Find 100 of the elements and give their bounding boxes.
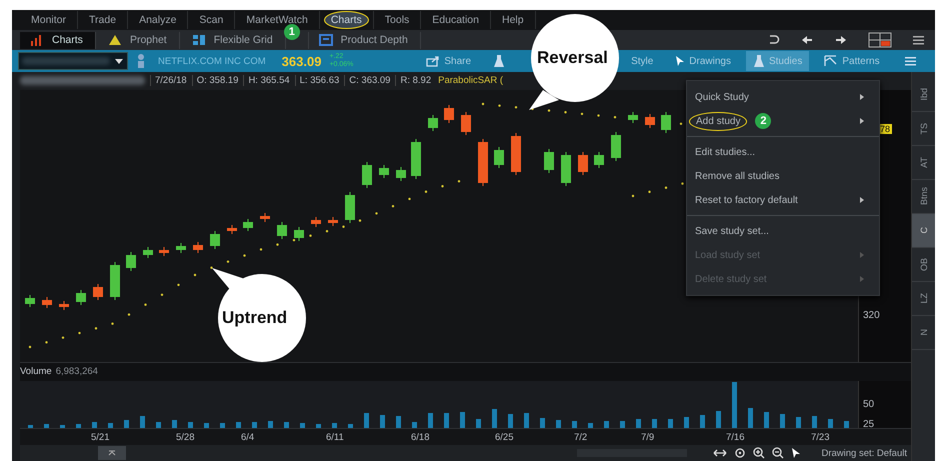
collapse-icon xyxy=(108,450,116,456)
volume-bar xyxy=(588,422,593,428)
candle xyxy=(544,148,554,174)
sar-dot xyxy=(326,230,328,232)
cursor-icon[interactable] xyxy=(791,447,802,460)
menu-item[interactable]: Add study 2 xyxy=(687,109,879,133)
toolbar-button[interactable]: Share xyxy=(419,51,478,71)
volume-bar xyxy=(428,412,433,428)
step-badge: 2 xyxy=(755,113,772,129)
sar-dot xyxy=(482,102,484,105)
axis-label: 50 xyxy=(863,398,874,410)
pan-icon[interactable] xyxy=(713,448,728,458)
candle xyxy=(362,161,372,188)
arrow-left-icon[interactable] xyxy=(800,34,814,46)
volume-bar xyxy=(220,422,225,428)
menu-item[interactable]: Quick Study xyxy=(687,85,879,109)
sar-dot xyxy=(260,248,262,250)
quote-value: L: 356.63 xyxy=(294,75,340,86)
layout-icon[interactable] xyxy=(868,32,892,48)
study-label: ParabolicSAR ( xyxy=(438,75,504,86)
menu-item[interactable]: Remove all studies xyxy=(687,164,879,188)
volume-bar xyxy=(380,414,385,428)
volume-bar xyxy=(204,422,209,428)
candle xyxy=(328,216,338,226)
flask-icon xyxy=(752,54,765,68)
sar-dot xyxy=(194,274,196,276)
side-tab[interactable]: OB xyxy=(912,248,935,282)
step-badge: 1 xyxy=(284,24,300,40)
menu-item[interactable]: Save study set... xyxy=(687,219,879,243)
volume-bar xyxy=(92,422,97,428)
sar-dot xyxy=(177,283,180,286)
candle xyxy=(444,104,454,124)
candle xyxy=(176,242,186,254)
quote-value: R: 8.92 xyxy=(395,75,432,86)
candle xyxy=(494,146,504,168)
toolbar-button[interactable]: Drawings xyxy=(668,51,738,71)
toolbar-button[interactable]: Patterns xyxy=(817,51,887,71)
subtab[interactable]: Charts xyxy=(20,32,96,48)
date-label: 6/11 xyxy=(326,432,344,443)
scroll-button[interactable] xyxy=(98,446,126,460)
volume-bar xyxy=(140,416,145,428)
candle xyxy=(511,132,521,176)
sar-dot xyxy=(392,204,394,208)
menu-item[interactable]: Tools xyxy=(378,11,416,29)
sar-dot xyxy=(614,116,616,118)
menu-icon[interactable] xyxy=(904,55,918,67)
volume-bar xyxy=(236,422,241,428)
side-tab[interactable]: Ibd xyxy=(912,78,935,112)
volume-bar xyxy=(156,422,161,428)
menu-item[interactable]: Help xyxy=(494,11,531,29)
toolbar-button[interactable]: Style xyxy=(624,51,660,71)
volume-bar xyxy=(172,420,177,428)
volume-bar xyxy=(460,412,465,428)
candle xyxy=(25,294,35,308)
axis-label: 25 xyxy=(863,418,874,430)
candle xyxy=(260,212,270,222)
side-tab[interactable]: TS xyxy=(912,112,935,146)
subtab[interactable]: Product Depth xyxy=(308,32,421,48)
menu-item[interactable]: Education xyxy=(425,11,486,29)
target-icon[interactable] xyxy=(734,447,746,460)
sar-dot xyxy=(597,114,600,116)
drawing-set-label[interactable]: Drawing set: Default xyxy=(821,448,911,459)
menu-item[interactable]: Edit studies... xyxy=(687,140,879,164)
candle xyxy=(478,138,488,186)
candle xyxy=(143,246,153,258)
side-tab[interactable]: LZ xyxy=(912,282,935,316)
submenu-arrow-icon xyxy=(859,275,865,283)
cursor-icon xyxy=(675,55,686,67)
arrow-right-icon[interactable] xyxy=(834,34,848,46)
menu-item[interactable]: Scan xyxy=(192,11,230,29)
menu-item[interactable]: Analyze xyxy=(132,11,184,29)
menu-item[interactable]: Monitor xyxy=(24,11,74,29)
date-label: 7/2 xyxy=(574,432,588,443)
date-label: 5/21 xyxy=(91,432,110,443)
volume-bar xyxy=(732,382,737,428)
subtab[interactable]: Flexible Grid xyxy=(182,32,286,48)
candle xyxy=(76,289,86,306)
subtab[interactable]: Prophet xyxy=(98,32,180,48)
volume-bar xyxy=(636,418,641,428)
menu-item[interactable]: Trade xyxy=(82,11,124,29)
side-tab[interactable]: C xyxy=(912,214,935,248)
volume-bar xyxy=(108,422,113,428)
sar-dot xyxy=(664,186,668,189)
zoom-out-icon[interactable] xyxy=(772,447,784,460)
side-tab[interactable]: N xyxy=(912,316,935,350)
candle xyxy=(345,191,355,224)
sar-dot xyxy=(458,180,460,182)
share-icon xyxy=(426,55,440,67)
volume-bar xyxy=(284,422,289,428)
side-tab[interactable]: AT xyxy=(912,146,935,180)
volume-bar xyxy=(652,418,657,428)
zoom-in-icon[interactable] xyxy=(753,447,766,460)
volume-bar xyxy=(748,408,753,428)
volume-bar xyxy=(604,420,609,428)
menu-item[interactable]: Charts xyxy=(324,11,369,29)
sar-dot xyxy=(28,346,32,348)
sar-dot xyxy=(243,254,246,256)
menu-item[interactable]: Reset to factory default xyxy=(687,188,879,212)
volume-bar xyxy=(396,416,401,428)
menu-icon[interactable] xyxy=(912,34,926,46)
